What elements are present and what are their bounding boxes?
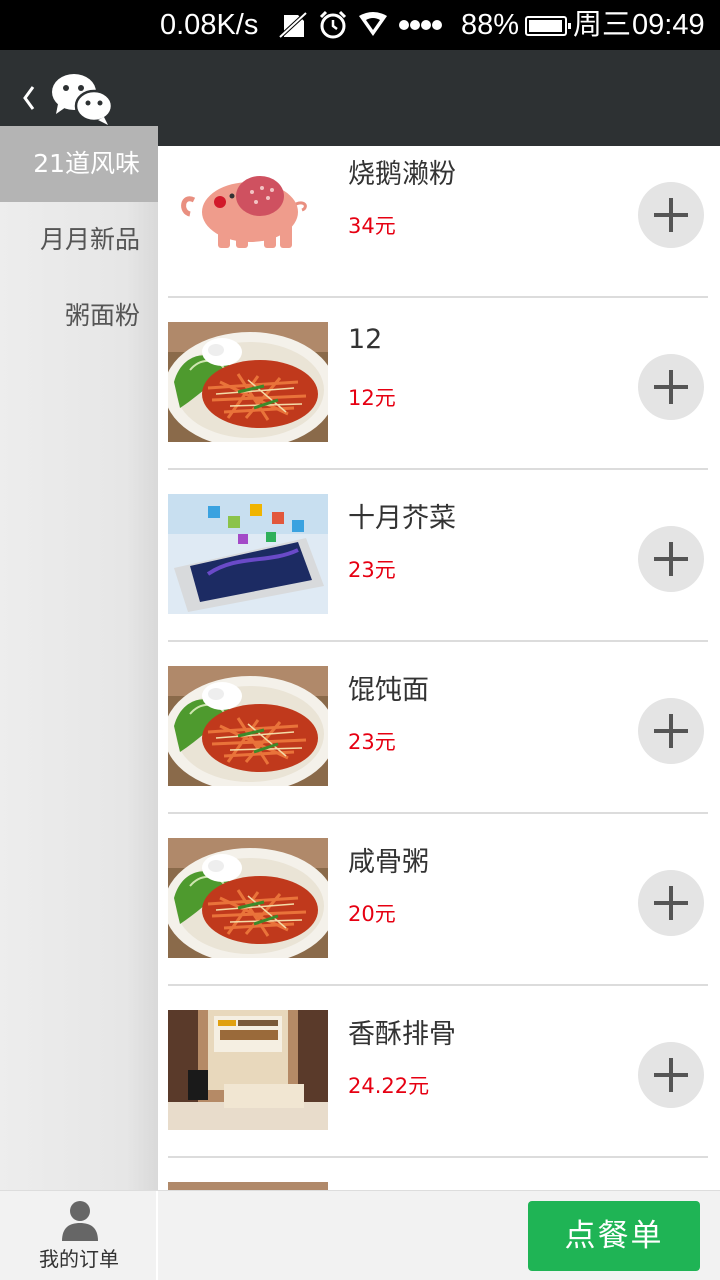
order-list-button[interactable]: 点餐单 xyxy=(528,1201,700,1271)
dish-price: 24.22元 xyxy=(348,1074,430,1098)
add-to-order-button[interactable] xyxy=(638,698,704,764)
dish-row[interactable] xyxy=(168,1158,708,1190)
dish-row[interactable]: 咸骨粥 20元 xyxy=(168,814,708,986)
person-icon xyxy=(60,1199,100,1241)
dish-image xyxy=(168,1010,328,1130)
add-to-order-button[interactable] xyxy=(638,526,704,592)
signal-icon xyxy=(399,20,442,30)
status-bar: 0.08K/s 88% 周三 09:49 xyxy=(0,0,720,50)
category-sidebar: 21道风味 月月新品 粥面粉 xyxy=(0,126,158,1190)
dish-price: 23元 xyxy=(348,558,396,582)
wifi-icon xyxy=(359,12,387,36)
dish-name: 馄饨面 xyxy=(348,675,429,706)
dish-image xyxy=(168,494,328,614)
dish-name: 12 xyxy=(348,324,383,355)
network-speed: 0.08K/s xyxy=(160,9,259,41)
dish-row[interactable]: 馄饨面 23元 xyxy=(168,642,708,814)
dish-row[interactable]: 十月芥菜 23元 xyxy=(168,470,708,642)
dish-price: 20元 xyxy=(348,902,396,926)
category-item[interactable]: 月月新品 xyxy=(0,202,158,278)
back-button[interactable] xyxy=(14,78,44,118)
dish-row[interactable]: 香酥排骨 24.22元 xyxy=(168,986,708,1158)
dish-image xyxy=(168,666,328,786)
dish-row[interactable]: 12 12元 xyxy=(168,298,708,470)
alarm-icon xyxy=(319,10,347,39)
category-item[interactable]: 粥面粉 xyxy=(0,278,158,354)
category-item-active[interactable]: 21道风味 xyxy=(0,126,158,202)
add-to-order-button[interactable] xyxy=(638,354,704,420)
dish-image xyxy=(168,838,328,958)
chevron-left-icon xyxy=(23,86,35,110)
add-to-order-button[interactable] xyxy=(638,870,704,936)
my-orders-label: 我的订单 xyxy=(39,1247,119,1271)
status-icons xyxy=(278,10,444,40)
battery-percent: 88% xyxy=(461,9,520,41)
dish-list: 烧鹅濑粉 34元 12 12元 十月芥菜 23元 馄饨面 23元 咸骨粥 20元… xyxy=(158,146,720,1190)
clock: 09:49 xyxy=(632,9,705,41)
dish-name: 烧鹅濑粉 xyxy=(348,159,456,190)
dish-image xyxy=(168,1182,328,1190)
add-to-order-button[interactable] xyxy=(638,1042,704,1108)
wechat-logo-icon xyxy=(52,74,114,125)
add-to-order-button[interactable] xyxy=(638,182,704,248)
my-orders-button[interactable]: 我的订单 xyxy=(0,1191,158,1280)
dish-price: 12元 xyxy=(348,386,396,410)
no-sim-icon xyxy=(278,11,308,39)
dish-row[interactable]: 烧鹅濑粉 34元 xyxy=(168,146,708,298)
weekday: 周三 xyxy=(573,9,632,41)
bottom-bar: 我的订单 点餐单 xyxy=(0,1190,720,1280)
dish-name: 香酥排骨 xyxy=(348,1019,456,1050)
dish-image xyxy=(168,322,328,442)
dish-price: 34元 xyxy=(348,214,396,238)
battery-icon xyxy=(525,16,571,36)
dish-image xyxy=(168,150,328,270)
dish-price: 23元 xyxy=(348,730,396,754)
dish-name: 咸骨粥 xyxy=(348,847,429,878)
dish-name: 十月芥菜 xyxy=(348,503,456,534)
